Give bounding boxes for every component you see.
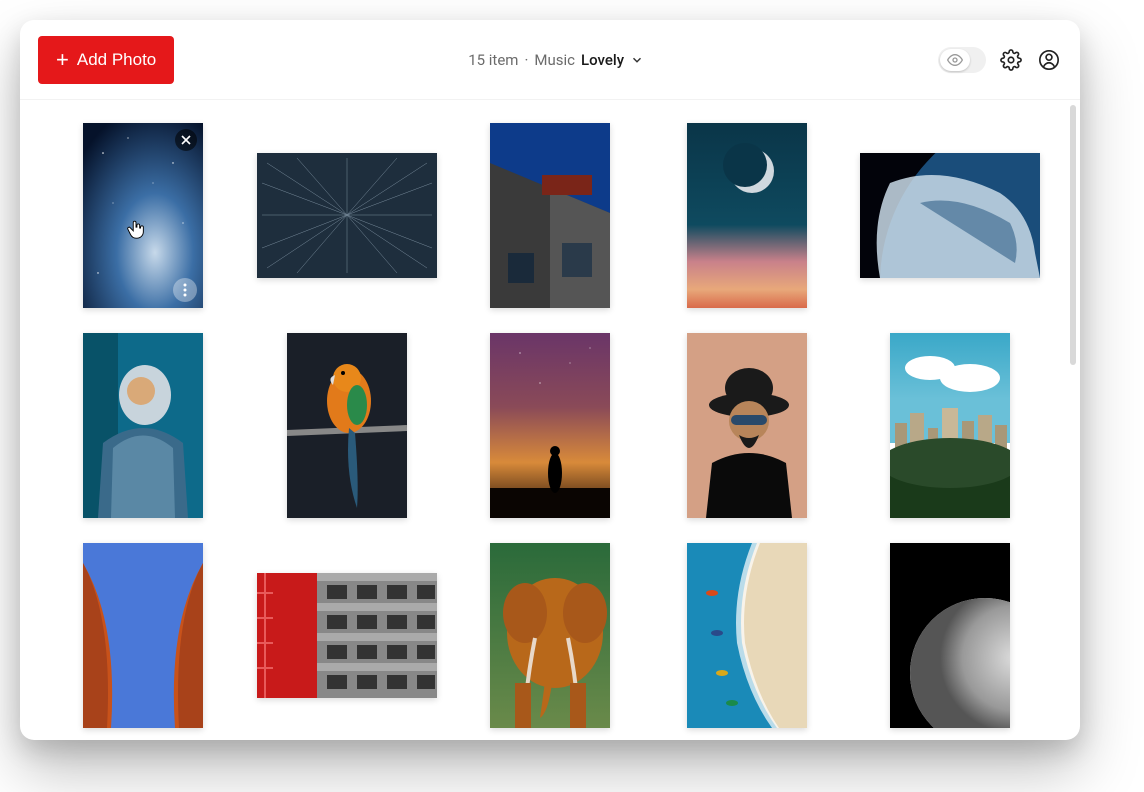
photo-thumb-building-corner[interactable] [490,123,610,308]
gear-icon [1000,49,1022,71]
music-name: Lovely [581,51,624,69]
add-photo-button[interactable]: + Add Photo [38,36,174,84]
photo-thumb-orange-sculpture[interactable] [83,543,203,728]
header-center[interactable]: 15 item · Music Lovely [186,51,926,69]
photo-thumb-elephant[interactable] [490,543,610,728]
photo-cell [60,540,227,730]
photo-thumb-stargazer[interactable] [490,333,610,518]
plus-icon: + [56,49,69,71]
photo-cell [467,120,634,310]
photo-cell [860,120,1040,310]
photo-thumb-hat-sunglasses[interactable] [687,333,807,518]
photo-cell [467,540,634,730]
photo-thumb-parrot[interactable] [287,333,407,518]
photo-cell [860,540,1040,730]
chevron-down-icon [630,53,644,67]
photo-thumb-milky-way[interactable] [83,123,203,308]
photo-grid-container [20,100,1080,740]
music-prefix: Music [534,51,575,69]
close-icon [181,135,191,145]
photo-thumb-moon-sunset[interactable] [687,123,807,308]
header-right [938,47,1062,73]
photo-cell [663,120,830,310]
profile-button[interactable] [1036,47,1062,73]
eye-icon [947,52,963,68]
photo-thumb-starburst[interactable] [257,153,437,278]
scrollbar[interactable] [1070,105,1076,385]
more-vertical-icon [183,283,187,297]
photo-thumb-moon-closeup[interactable] [890,543,1010,728]
photo-thumb-red-building[interactable] [257,573,437,698]
photo-thumb-hoodie-person[interactable] [83,333,203,518]
add-photo-label: Add Photo [77,50,156,70]
toggle-knob [940,49,970,71]
photo-cell [467,330,634,520]
user-icon [1038,49,1060,71]
photo-grid [60,120,1040,730]
scrollbar-thumb[interactable] [1070,105,1076,365]
photo-thumb-beach-aerial[interactable] [687,543,807,728]
photo-thumb-earth-from-space[interactable] [860,153,1040,278]
photo-cell [257,120,437,310]
remove-photo-button[interactable] [175,129,197,151]
photo-cell [663,330,830,520]
photo-thumb-city-skyline[interactable] [890,333,1010,518]
photo-cell [257,330,437,520]
settings-button[interactable] [998,47,1024,73]
app-window: + Add Photo 15 item · Music Lovely [20,20,1080,740]
photo-more-button[interactable] [173,278,197,302]
dot-separator: · [524,51,528,69]
photo-cell [60,120,227,310]
visibility-toggle[interactable] [938,47,986,73]
item-count: 15 item [468,51,518,69]
photo-cell [860,330,1040,520]
photo-cell [663,540,830,730]
header: + Add Photo 15 item · Music Lovely [20,20,1080,100]
photo-cell [60,330,227,520]
photo-cell [257,540,437,730]
